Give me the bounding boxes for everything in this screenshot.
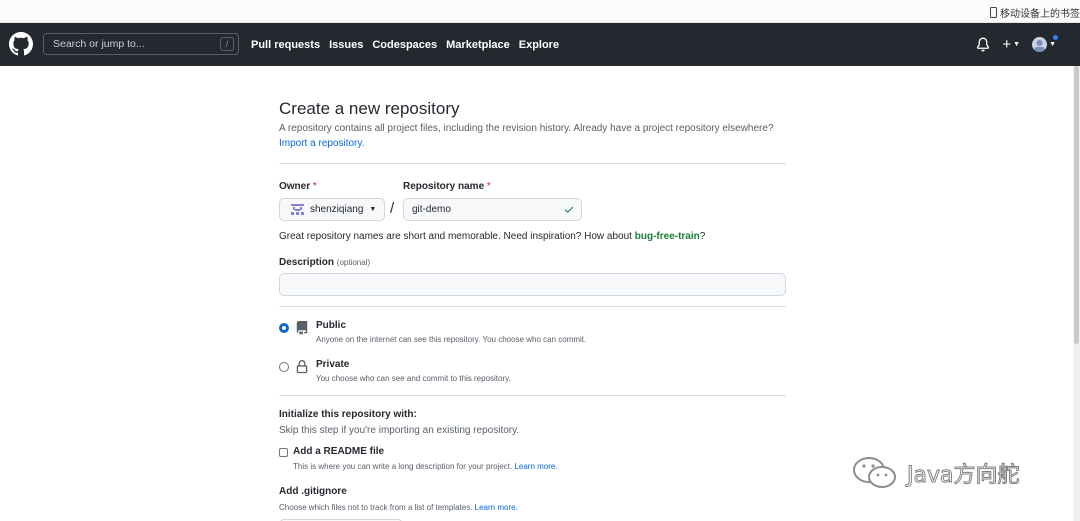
repository-name-input[interactable]: git-demo xyxy=(403,198,582,221)
page-scrollbar-thumb[interactable] xyxy=(1074,66,1079,344)
browser-bookmarks-bar: 移动设备上的书签 xyxy=(0,0,1080,23)
search-placeholder: Search or jump to... xyxy=(53,38,145,50)
add-readme-desc: This is where you can write a long descr… xyxy=(293,462,558,471)
repository-name-hint: Great repository names are short and mem… xyxy=(279,231,705,242)
github-logo-icon[interactable] xyxy=(9,32,33,56)
header-actions: + ▼ ▼ xyxy=(976,34,1059,53)
avatar xyxy=(1032,37,1048,52)
divider xyxy=(279,395,786,396)
chevron-down-icon: ▼ xyxy=(369,206,377,213)
description-label-text: Description xyxy=(279,257,335,268)
nav-codespaces[interactable]: Codespaces xyxy=(372,39,437,51)
gitignore-desc-text: Choose which files not to track from a l… xyxy=(279,503,473,512)
add-readme-label[interactable]: Add a README file xyxy=(293,446,384,457)
visibility-public-radio[interactable] xyxy=(279,323,289,333)
watermark-text: Java方向舵 xyxy=(906,463,1020,489)
visibility-public-desc: Anyone on the internet can see this repo… xyxy=(316,335,587,344)
required-marker: * xyxy=(486,181,491,192)
page-title: Create a new repository xyxy=(279,99,460,118)
lock-icon xyxy=(296,360,308,374)
create-new-menu[interactable]: + ▼ xyxy=(1002,35,1021,53)
user-menu[interactable]: ▼ xyxy=(1032,34,1059,52)
nav-issues[interactable]: Issues xyxy=(329,39,363,51)
owner-label-text: Owner xyxy=(279,181,311,192)
initialize-subtitle: Skip this step if you're importing an ex… xyxy=(279,425,520,436)
optional-tag: (optional) xyxy=(336,258,371,267)
chevron-down-icon: ▼ xyxy=(1013,40,1021,48)
repo-name-label: Repository name * xyxy=(403,181,491,192)
search-input[interactable]: Search or jump to... / xyxy=(43,33,239,55)
nav-marketplace[interactable]: Marketplace xyxy=(446,39,510,51)
global-nav: Pull requests Issues Codespaces Marketpl… xyxy=(251,39,568,51)
description-input[interactable] xyxy=(279,273,786,296)
bell-icon[interactable] xyxy=(976,37,990,52)
divider xyxy=(279,163,786,164)
name-suggestion-link[interactable]: bug-free-train xyxy=(635,231,700,242)
owner-value: shenziqiang xyxy=(310,204,364,215)
check-icon xyxy=(564,206,574,213)
readme-desc-text: This is where you can write a long descr… xyxy=(293,462,513,471)
add-gitignore-title: Add .gitignore xyxy=(279,486,347,497)
github-header: Search or jump to... / Pull requests Iss… xyxy=(0,23,1080,66)
visibility-public-title[interactable]: Public xyxy=(316,320,346,331)
visibility-private-radio[interactable] xyxy=(279,362,289,372)
owner-label: Owner * xyxy=(279,181,317,192)
hint-text: Great repository names are short and mem… xyxy=(279,231,635,242)
repo-name-label-text: Repository name xyxy=(403,181,485,192)
readme-learn-more-link[interactable]: Learn more. xyxy=(514,462,557,471)
mobile-bookmarks-label: 移动设备上的书签 xyxy=(1000,9,1080,20)
page-subtitle: A repository contains all project files,… xyxy=(279,123,774,134)
visibility-private-desc: You choose who can see and commit to thi… xyxy=(316,374,511,383)
initialize-title: Initialize this repository with: xyxy=(279,409,417,420)
owner-repo-separator: / xyxy=(390,200,395,217)
import-repository-link[interactable]: Import a repository. xyxy=(279,138,364,149)
mobile-bookmarks-link[interactable]: 移动设备上的书签 xyxy=(990,5,1080,20)
add-readme-checkbox[interactable] xyxy=(279,448,288,457)
watermark: Java方向舵 xyxy=(849,455,1020,491)
divider xyxy=(279,306,786,307)
mobile-device-icon xyxy=(990,7,997,18)
visibility-private-title[interactable]: Private xyxy=(316,359,349,370)
search-shortcut-key: / xyxy=(220,37,234,51)
notification-dot xyxy=(1052,34,1059,41)
gitignore-learn-more-link[interactable]: Learn more. xyxy=(475,503,518,512)
nav-pull-requests[interactable]: Pull requests xyxy=(251,39,320,51)
repository-name-value: git-demo xyxy=(412,204,451,215)
hint-suffix: ? xyxy=(699,231,706,242)
chevron-down-icon: ▼ xyxy=(1049,41,1056,48)
owner-dropdown[interactable]: shenziqiang ▼ xyxy=(279,198,385,221)
repo-book-icon xyxy=(296,321,308,335)
wechat-logo-icon xyxy=(853,457,896,488)
add-gitignore-desc: Choose which files not to track from a l… xyxy=(279,503,518,512)
description-label: Description (optional) xyxy=(279,257,370,268)
owner-identicon-icon xyxy=(291,204,304,215)
required-marker: * xyxy=(312,181,317,192)
plus-icon: + xyxy=(1002,35,1012,53)
nav-explore[interactable]: Explore xyxy=(519,39,559,51)
